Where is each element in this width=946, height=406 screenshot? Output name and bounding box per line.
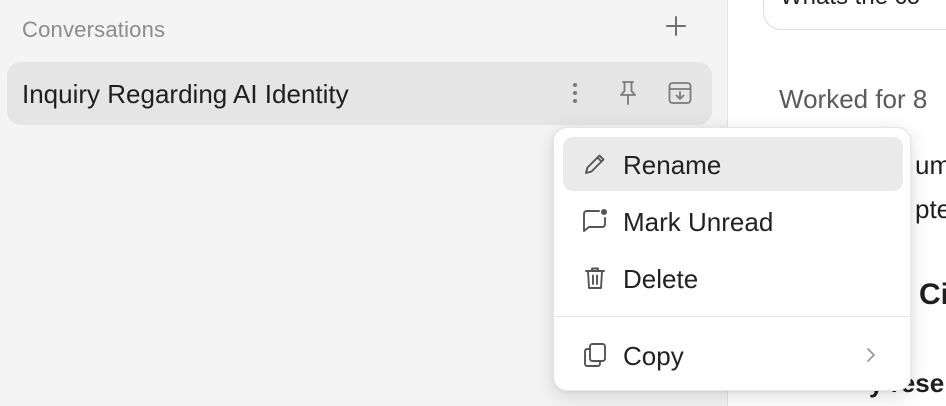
conversation-title: Inquiry Regarding AI Identity [22, 79, 349, 109]
response-text-fragment: pter [915, 194, 946, 224]
pencil-icon [585, 154, 605, 174]
menu-item-label: Rename [623, 150, 722, 180]
chat-unread-icon [583, 209, 607, 232]
user-prompt-bubble: Whats the co [763, 0, 946, 30]
more-options-button[interactable] [559, 77, 591, 109]
menu-item-label: Delete [623, 264, 699, 294]
conversation-item[interactable]: Inquiry Regarding AI Identity [7, 62, 712, 125]
trash-icon [585, 267, 605, 289]
response-text-fragment: um [915, 150, 946, 180]
archive-button[interactable] [664, 77, 696, 109]
worked-duration-text: Worked for 8 [779, 84, 928, 114]
sidebar-header: Conversations [22, 17, 166, 42]
copy-icon [584, 343, 606, 367]
vertical-dots-icon [573, 83, 577, 103]
new-conversation-button[interactable] [660, 10, 692, 42]
response-heading-fragment: Ci [919, 278, 946, 311]
menu-item-label: Mark Unread [623, 207, 774, 237]
plus-icon [666, 16, 686, 36]
menu-item-label: Copy [623, 341, 684, 371]
archive-icon [668, 82, 692, 104]
conversation-context-menu: Rename Mark Unread Delete Copy [553, 127, 911, 391]
chevron-right-icon [867, 348, 875, 362]
menu-divider [554, 316, 910, 317]
user-prompt-text: Whats the co [780, 0, 920, 11]
menu-item-rename[interactable]: Rename [563, 137, 903, 191]
menu-item-copy[interactable]: Copy [563, 328, 903, 382]
menu-item-mark-unread[interactable]: Mark Unread [563, 194, 903, 248]
pin-button[interactable] [612, 77, 644, 109]
pin-icon [620, 81, 636, 105]
menu-item-delete[interactable]: Delete [563, 251, 903, 305]
